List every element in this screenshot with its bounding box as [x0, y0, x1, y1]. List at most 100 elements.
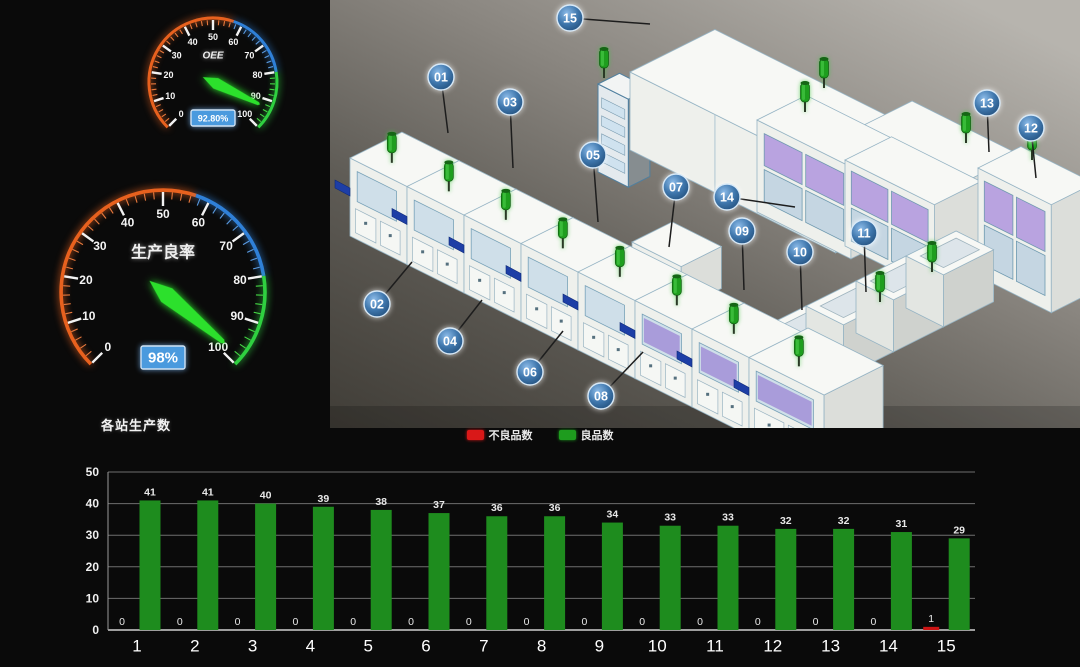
gauge-tick-label: 80 — [252, 70, 262, 80]
bar-good-4 — [313, 507, 334, 630]
gauge-tick — [197, 199, 200, 206]
legend-swatch-defect-icon — [467, 430, 484, 440]
gauge-tick — [71, 329, 77, 332]
bar-defect-value: 0 — [813, 616, 819, 628]
yield-gauge: 0102030405060708090100生产良率98% — [61, 190, 265, 369]
bar-good-value: 34 — [607, 509, 619, 521]
gauge-tick — [154, 98, 164, 101]
gauge-tick — [220, 213, 224, 219]
gauge-tick-label: 50 — [208, 32, 218, 42]
bar-defect-value: 1 — [928, 613, 934, 625]
gauge-tick-label: 0 — [105, 340, 112, 354]
chart-title: 各站生产数 — [101, 415, 171, 434]
gauge-tick — [264, 72, 274, 74]
gauge-tick — [196, 22, 197, 27]
gauge-tick — [235, 351, 240, 355]
bar-defect-15 — [923, 627, 939, 630]
bar-defect-value: 0 — [466, 616, 472, 628]
x-tick-label: 9 — [595, 637, 604, 656]
gauge-tick-label: 30 — [172, 51, 182, 61]
gauge-tick — [172, 192, 173, 199]
x-tick-label: 7 — [479, 637, 488, 656]
bar-good-12 — [775, 529, 796, 630]
gauge-value: 98% — [148, 350, 178, 367]
gauge-tick — [162, 114, 166, 117]
x-tick-label: 5 — [363, 637, 372, 656]
bar-defect-value: 0 — [639, 616, 645, 628]
y-tick-label: 30 — [86, 528, 100, 542]
gauge-tick-label: 50 — [156, 207, 170, 221]
factory-3d-view: 010203040506070809101112131415 — [330, 0, 1080, 428]
gauge-tick — [118, 203, 124, 215]
gauge-tick — [240, 344, 246, 348]
gauge-tick — [256, 41, 260, 44]
station-badge-label: 03 — [503, 96, 517, 110]
gauge-tick-label: 100 — [208, 340, 228, 354]
x-tick-label: 13 — [821, 637, 840, 656]
x-tick-label: 8 — [537, 637, 546, 656]
gauge-tick-label: 20 — [164, 70, 174, 80]
gauge-tick — [252, 37, 255, 41]
gauge-tick — [185, 27, 190, 36]
bar-good-3 — [255, 504, 276, 630]
x-tick-label: 6 — [421, 637, 430, 656]
gauge-needle — [144, 274, 230, 350]
station-badge-label: 12 — [1024, 122, 1038, 136]
bar-good-value: 33 — [722, 512, 734, 524]
gauge-tick — [254, 312, 261, 314]
bar-good-9 — [602, 523, 623, 630]
oee-gauge: 0102030405060708090100OEE92.80% — [149, 18, 277, 127]
gauge-tick — [190, 24, 192, 29]
gauge-tick — [265, 105, 270, 107]
gauge-tick — [269, 94, 274, 95]
bar-good-value: 32 — [838, 515, 850, 527]
gauge-tick — [244, 30, 247, 34]
station-badge-label: 07 — [669, 181, 683, 195]
gauge-tick — [77, 241, 83, 245]
gauge-tick — [175, 33, 178, 37]
gauge-tick — [69, 258, 76, 260]
bar-good-7 — [486, 516, 507, 630]
gauge-tick — [159, 109, 163, 111]
bar-defect-value: 0 — [350, 616, 356, 628]
x-tick-label: 2 — [190, 637, 199, 656]
station-badge-label: 04 — [443, 335, 457, 349]
x-tick-label: 3 — [248, 637, 257, 656]
gauge-tick — [251, 258, 258, 260]
gauge-tick — [262, 50, 266, 53]
x-tick-label: 10 — [648, 637, 667, 656]
gauge-tick — [65, 312, 72, 314]
gauge-tick — [265, 56, 270, 58]
y-tick-label: 50 — [86, 465, 100, 479]
bar-defect-value: 0 — [697, 616, 703, 628]
bar-good-15 — [949, 538, 970, 630]
gauge-tick — [169, 119, 176, 126]
gauge-tick-label: 100 — [237, 109, 252, 119]
gauge-tick — [250, 119, 257, 126]
gauge-tick-label: 20 — [79, 273, 93, 287]
gauge-tick — [202, 203, 208, 215]
gauge-tick — [234, 24, 236, 29]
bar-good-value: 41 — [144, 486, 156, 498]
station-badge-label: 06 — [523, 366, 537, 380]
bar-defect-value: 0 — [755, 616, 761, 628]
bar-defect-value: 0 — [292, 616, 298, 628]
gauge-tick — [255, 304, 262, 305]
station-badge-label: 05 — [586, 149, 600, 163]
bar-good-10 — [660, 526, 681, 630]
bar-defect-value: 0 — [524, 616, 530, 628]
gauge-tick — [255, 46, 263, 52]
gauge-tick — [229, 22, 230, 27]
station-badge-label: 13 — [980, 97, 994, 111]
bar-good-value: 33 — [664, 512, 676, 524]
gauge-tick — [237, 27, 242, 36]
bar-defect-value: 0 — [119, 616, 125, 628]
bar-defect-value: 0 — [870, 616, 876, 628]
gauge-tick — [152, 72, 162, 74]
bar-good-value: 36 — [549, 502, 561, 514]
gauge-tick-label: 60 — [192, 216, 206, 230]
gauge-tick — [73, 249, 79, 252]
gauge-tick — [80, 344, 86, 348]
bar-defect-value: 0 — [581, 616, 587, 628]
gauge-tick — [263, 109, 267, 111]
